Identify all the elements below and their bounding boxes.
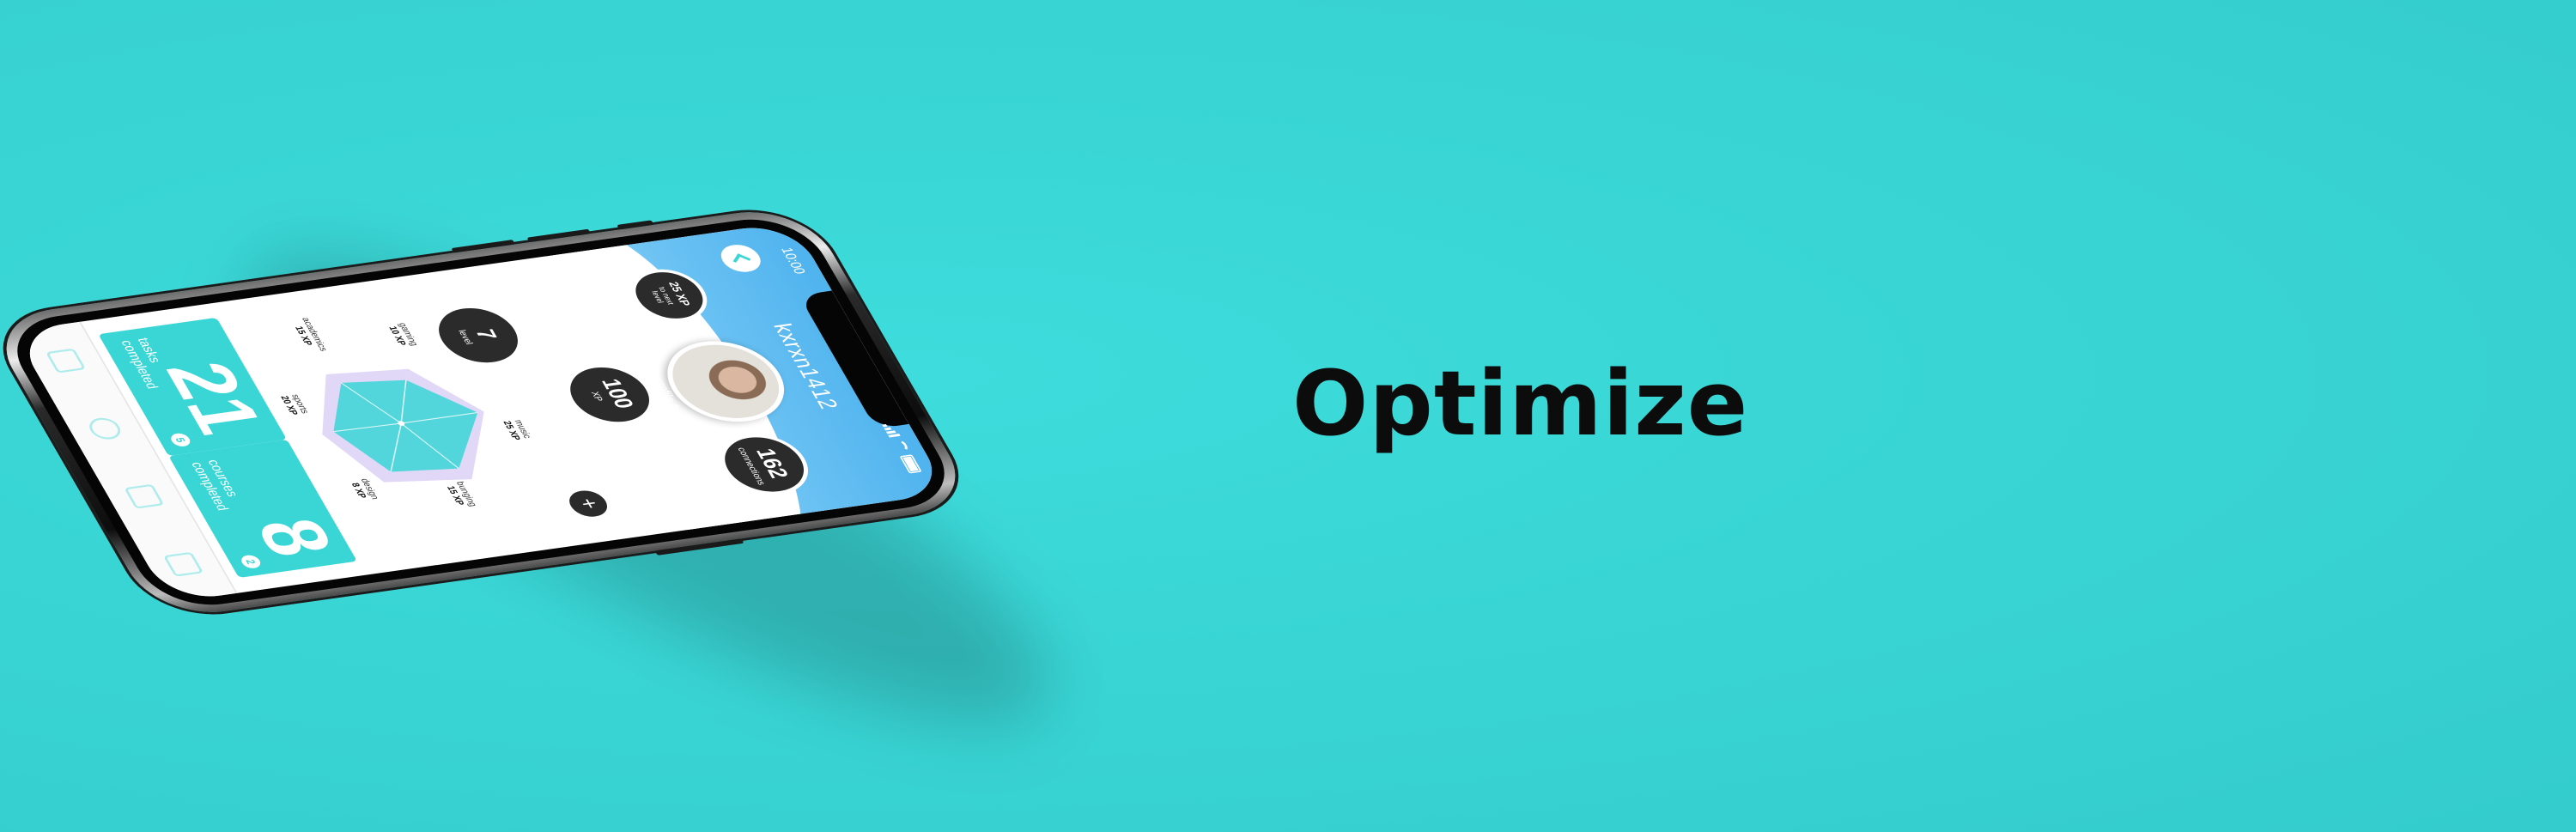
list-icon[interactable] [124,483,165,509]
wifi-icon [890,439,910,453]
pencil-icon: ✎ [665,403,684,413]
tasks-completed-caption: tasks completed [117,337,165,390]
add-button[interactable]: + [563,488,613,519]
plus-icon: + [572,496,605,511]
radar-label-academics: academics 15 XP [293,317,331,352]
courses-completed-number: 8 [237,513,354,562]
promo-banner: 10:00 kxrxn1412 edit profile ✎ 25 XP to … [0,0,2576,832]
signal-icon [882,423,901,438]
level-value: 7 [469,327,501,342]
xp-value: 100 [595,377,639,410]
check-icon[interactable] [84,416,125,441]
headline-title: Optimize [1292,351,1749,456]
courses-completed-caption: courses completed [187,459,242,512]
home-icon[interactable] [45,348,86,373]
chat-icon[interactable] [162,551,204,577]
